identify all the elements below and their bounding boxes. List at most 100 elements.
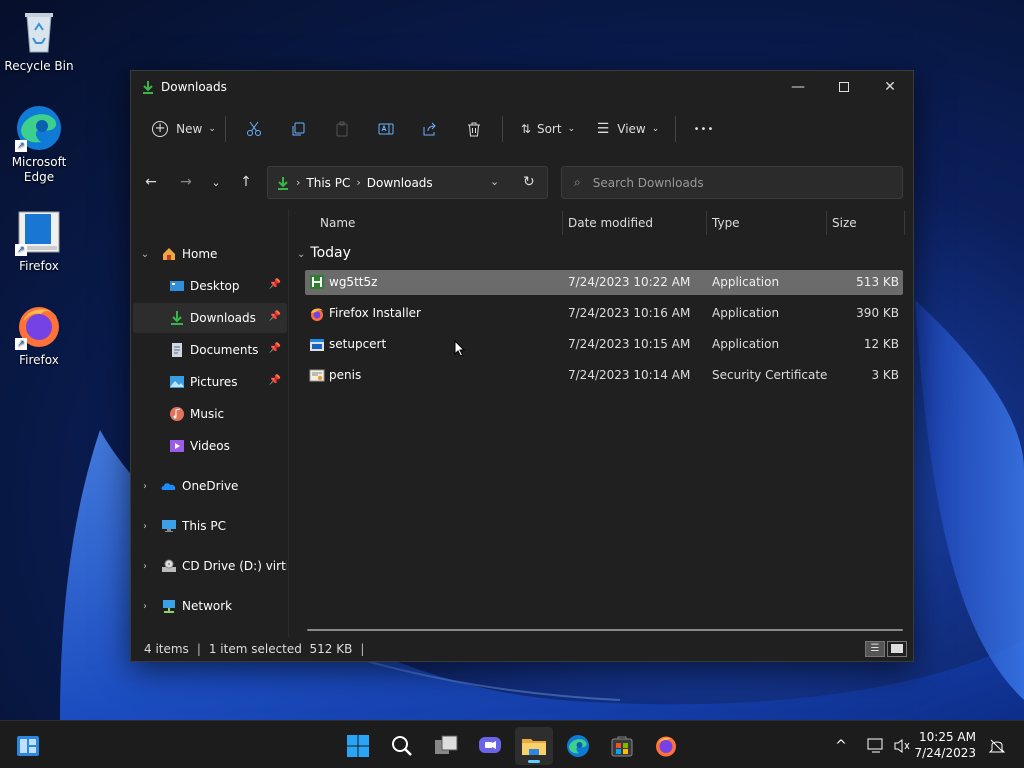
arrow-right-icon: → (180, 174, 192, 190)
pin-icon: 📌 (268, 343, 281, 354)
delete-button[interactable] (452, 112, 496, 146)
active-app-indicator (528, 760, 540, 763)
share-button[interactable] (408, 112, 452, 146)
address-bar[interactable]: › This PC › Downloads ⌄ ↻ (267, 166, 548, 199)
file-type: Application (712, 337, 780, 351)
nav-item-music[interactable]: Music (133, 399, 287, 429)
minimize-button[interactable]: — (775, 71, 821, 103)
chevron-right-icon[interactable]: › (139, 601, 151, 612)
address-dropdown-icon[interactable]: ⌄ (490, 175, 499, 188)
this-pc-icon (161, 518, 177, 534)
music-icon (169, 406, 185, 422)
desktop-icon-label: Firefox (19, 259, 59, 273)
store-taskbar-button[interactable] (603, 727, 641, 765)
column-header-date-modified[interactable]: Date modified (568, 216, 653, 230)
share-icon (423, 122, 436, 136)
forward-button[interactable]: → (171, 167, 201, 197)
nav-item-network[interactable]: › Network (133, 591, 287, 621)
desktop-icon-firefox-installer[interactable]: ↗ Firefox (1, 208, 77, 274)
tiles-view-button[interactable] (887, 641, 907, 657)
sort-button[interactable]: ⇅ Sort ⌄ (509, 112, 587, 146)
group-header-today[interactable]: ⌄ Today (297, 245, 351, 261)
address-row: ← → ⌄ ↑ › This PC › Downloads ⌄ ↻ ⌕ Sear… (131, 155, 913, 209)
task-view-button[interactable] (427, 727, 465, 765)
firefox-taskbar-button[interactable] (647, 727, 685, 765)
close-button[interactable]: ✕ (867, 71, 913, 103)
more-options-button[interactable]: ••• (682, 112, 726, 146)
details-view-icon: ☰ (870, 643, 880, 654)
refresh-icon[interactable]: ↻ (523, 174, 535, 190)
edge-icon: ↗ (15, 104, 63, 152)
nav-pane-divider[interactable] (288, 209, 289, 637)
new-button[interactable]: + New ⌄ (149, 112, 219, 146)
file-row[interactable]: Firefox Installer 7/24/2023 10:16 AM App… (305, 301, 903, 326)
column-divider[interactable] (706, 211, 707, 235)
title-bar[interactable]: Downloads — ✕ (131, 71, 913, 103)
column-header-type[interactable]: Type (712, 216, 740, 230)
desktop-icon-edge[interactable]: ↗ Microsoft Edge (1, 104, 77, 185)
start-button[interactable] (339, 727, 377, 765)
desktop-icon-firefox[interactable]: ↗ Firefox (1, 302, 77, 368)
network-tray-button[interactable] (864, 727, 888, 765)
nav-item-desktop[interactable]: Desktop 📌 (133, 271, 287, 301)
system-clock[interactable]: 10:25 AM 7/24/2023 (914, 729, 976, 761)
chevron-right-icon: › (356, 176, 361, 189)
horizontal-scrollbar[interactable] (307, 629, 903, 631)
chevron-down-icon[interactable]: ⌄ (139, 249, 151, 260)
nav-item-documents[interactable]: Documents 📌 (133, 335, 287, 365)
nav-label: Documents (190, 343, 259, 357)
search-box[interactable]: ⌕ Search Downloads (561, 166, 903, 199)
copy-button[interactable] (276, 112, 320, 146)
nav-item-downloads[interactable]: Downloads 📌 (133, 303, 287, 333)
file-size: 390 KB (856, 306, 899, 320)
recent-locations-button[interactable]: ⌄ (201, 167, 231, 197)
column-divider[interactable] (826, 211, 827, 235)
copy-icon (292, 122, 305, 136)
more-icon: ••• (693, 123, 715, 135)
plus-circle-icon: + (152, 121, 169, 137)
cut-button[interactable] (232, 112, 276, 146)
chevron-right-icon[interactable]: › (139, 561, 151, 572)
desktop-icon-recycle-bin[interactable]: Recycle Bin (1, 8, 77, 74)
column-divider[interactable] (562, 211, 563, 235)
breadcrumb-this-pc[interactable]: This PC (306, 176, 350, 190)
search-button[interactable] (383, 727, 421, 765)
nav-item-videos[interactable]: Videos (133, 431, 287, 461)
chevron-right-icon[interactable]: › (139, 481, 151, 492)
view-list-icon: ☰ (596, 121, 610, 137)
column-header-size[interactable]: Size (832, 216, 857, 230)
column-header-name[interactable]: Name (320, 216, 355, 230)
maximize-button[interactable] (821, 71, 867, 103)
file-row[interactable]: penis 7/24/2023 10:14 AM Security Certif… (305, 363, 903, 388)
desktop-icon-label: Microsoft Edge (11, 155, 67, 184)
trash-icon (468, 122, 480, 137)
details-view-button[interactable]: ☰ (865, 641, 885, 657)
search-input[interactable]: Search Downloads (593, 176, 704, 190)
file-row[interactable]: wg5tt5z 7/24/2023 10:22 AM Application 5… (305, 270, 903, 295)
file-explorer-taskbar-button[interactable] (515, 727, 553, 765)
command-bar: + New ⌄ ⇅ Sort ⌄ ☰ View ⌄ ••• (131, 103, 913, 155)
nav-item-this-pc[interactable]: › This PC (133, 511, 287, 541)
chevron-right-icon[interactable]: › (139, 521, 151, 532)
edge-taskbar-button[interactable] (559, 727, 597, 765)
breadcrumb-downloads[interactable]: Downloads (367, 176, 433, 190)
volume-tray-button[interactable] (890, 727, 914, 765)
chat-button[interactable] (471, 727, 509, 765)
file-row[interactable]: setupcert 7/24/2023 10:15 AM Application… (305, 332, 903, 357)
view-button[interactable]: ☰ View ⌄ (587, 112, 669, 146)
back-button[interactable]: ← (136, 167, 166, 197)
windows-logo-icon (347, 735, 369, 757)
download-icon (278, 176, 288, 190)
nav-item-onedrive[interactable]: › OneDrive (133, 471, 287, 501)
show-hidden-icons-button[interactable]: ^ (830, 727, 852, 765)
file-date: 7/24/2023 10:15 AM (568, 337, 691, 351)
rename-button[interactable] (364, 112, 408, 146)
nav-item-pictures[interactable]: Pictures 📌 (133, 367, 287, 397)
nav-item-home[interactable]: ⌄ Home (133, 239, 287, 269)
column-divider[interactable] (904, 211, 905, 235)
widgets-button[interactable] (9, 727, 47, 765)
paste-button (320, 112, 364, 146)
up-button[interactable]: ↑ (231, 167, 261, 197)
notifications-button[interactable] (984, 727, 1010, 765)
nav-item-cd-drive[interactable]: › CD Drive (D:) virtio-w (133, 551, 287, 581)
